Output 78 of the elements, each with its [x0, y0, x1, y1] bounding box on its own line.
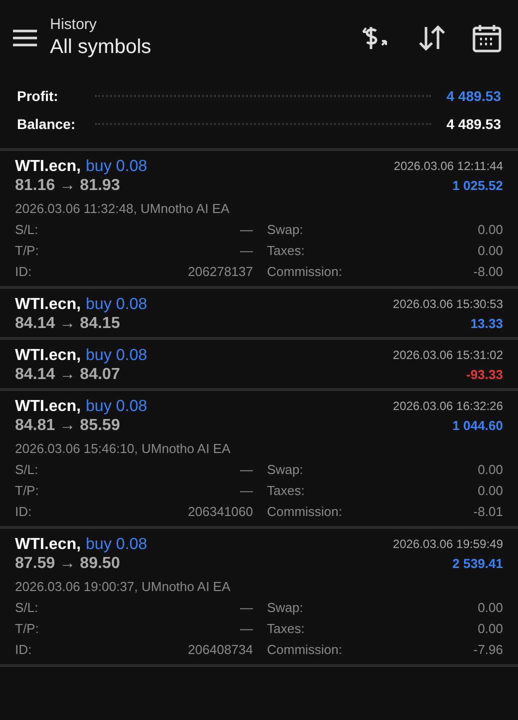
detail-value: 0.00: [476, 482, 503, 500]
close-time: 2026.03.06 15:30:53: [392, 296, 503, 313]
close-time: 2026.03.06 19:59:49: [392, 536, 503, 553]
detail-label: T/P:: [15, 482, 40, 500]
deal-profit: 2 539.41: [452, 555, 503, 573]
detail-label: T/P:: [15, 242, 40, 260]
deal-side: buy 0.08: [86, 157, 148, 176]
menu-icon[interactable]: [13, 29, 37, 47]
close-time: 2026.03.06 15:31:02: [392, 347, 503, 364]
detail-value: 0.00: [476, 221, 503, 239]
detail-value: -8.01: [472, 503, 503, 521]
deal-profit: 13.33: [470, 315, 503, 333]
symbol-name: WTI.ecn,: [15, 346, 81, 365]
detail-label: Swap:: [267, 461, 304, 479]
header-subtitle: History: [50, 16, 98, 34]
deal-row[interactable]: WTI.ecn, buy 0.08 84.14 → 84.07 2026.03.06 15:31:02 -93.33: [0, 337, 518, 388]
deal-profit: -93.33: [466, 366, 503, 384]
detail-label: S/L:: [15, 221, 40, 239]
detail-label: Commission:: [267, 503, 344, 521]
price-range: 84.14 → 84.07: [15, 365, 121, 384]
detail-value: 206408734: [186, 641, 253, 659]
open-info: 2026.03.06 11:32:48, UMnotho AI EA: [15, 200, 230, 218]
open-info: 2026.03.06 19:00:37, UMnotho AI EA: [15, 578, 232, 596]
symbol-name: WTI.ecn,: [15, 535, 81, 554]
detail-label: Swap:: [267, 599, 304, 617]
summary-label: Profit:: [17, 86, 60, 106]
detail-value: 0.00: [476, 620, 503, 638]
detail-label: Taxes:: [267, 242, 306, 260]
deal-side: buy 0.08: [86, 346, 148, 365]
detail-value: —: [239, 620, 253, 638]
price-range: 84.81 → 85.59: [15, 416, 121, 435]
detail-value: 0.00: [476, 599, 503, 617]
summary-label: Balance:: [17, 114, 76, 134]
deal-side: buy 0.08: [86, 535, 148, 554]
detail-value: 0.00: [476, 242, 503, 260]
price-range: 87.59 → 89.50: [15, 554, 121, 573]
symbol-name: WTI.ecn,: [15, 295, 81, 314]
detail-label: ID:: [15, 503, 33, 521]
detail-label: Commission:: [267, 263, 344, 281]
deal-row[interactable]: WTI.ecn, buy 0.08 84.14 → 84.15 2026.03.06 15:30:53 13.33: [0, 286, 518, 337]
detail-value: -8.00: [472, 263, 503, 281]
detail-label: ID:: [15, 263, 33, 281]
sort-icon[interactable]: [418, 25, 446, 51]
summary-value: 4 489.53: [446, 114, 501, 134]
detail-value: 206278137: [186, 263, 253, 281]
detail-label: ID:: [15, 641, 33, 659]
detail-value: —: [239, 242, 253, 260]
deal-row[interactable]: WTI.ecn, buy 0.08 87.59 → 89.50 2026.03.06 19:59:49 2 539.41 2026.03.06 19:00:37, UMnotho AI EA S/L: — Swap: 0.00 T/P: — Taxes: 0.00 ID: 206408734 Commission: -7.96: [0, 526, 518, 664]
symbol-name: WTI.ecn,: [15, 397, 81, 416]
summary-value: 4 489.53: [446, 86, 501, 106]
detail-label: T/P:: [15, 620, 40, 638]
calendar-icon[interactable]: [472, 23, 502, 53]
detail-value: 0.00: [476, 461, 503, 479]
price-range: 81.16 → 81.93: [15, 176, 121, 195]
detail-value: —: [239, 461, 253, 479]
detail-label: S/L:: [15, 599, 40, 617]
header-title: All symbols: [50, 35, 152, 60]
detail-label: Taxes:: [267, 482, 306, 500]
detail-label: S/L:: [15, 461, 40, 479]
detail-label: Taxes:: [267, 620, 306, 638]
open-info: 2026.03.06 15:46:10, UMnotho AI EA: [15, 440, 232, 458]
close-time: 2026.03.06 16:32:26: [392, 398, 503, 415]
detail-value: 206341060: [186, 503, 253, 521]
detail-value: —: [239, 599, 253, 617]
close-time: 2026.03.06 12:11:44: [394, 158, 503, 175]
detail-label: Swap:: [267, 221, 304, 239]
detail-value: —: [239, 482, 253, 500]
detail-value: —: [239, 221, 253, 239]
price-range: 84.14 → 84.15: [15, 314, 121, 333]
deal-side: buy 0.08: [86, 397, 148, 416]
deal-row[interactable]: WTI.ecn, buy 0.08 81.16 → 81.93 2026.03.06 12:11:44 1 025.52 2026.03.06 11:32:48, UMnotho AI EA S/L: — Swap: 0.00 T/P: — Taxes: 0.00 ID: 206278137 Commission: -8.00: [0, 148, 518, 286]
deal-row[interactable]: WTI.ecn, buy 0.08 84.81 → 85.59 2026.03.06 16:32:26 1 044.60 2026.03.06 15:46:10, UMnotho AI EA S/L: — Swap: 0.00 T/P: — Taxes: 0.00 ID: 206341060 Commission: -8.01: [0, 388, 518, 526]
deal-side: buy 0.08: [86, 295, 148, 314]
deal-profit: 1 044.60: [452, 417, 503, 435]
symbol-name: WTI.ecn,: [15, 157, 81, 176]
deal-profit: 1 025.52: [452, 177, 503, 195]
detail-label: Commission:: [267, 641, 344, 659]
detail-value: -7.96: [472, 641, 503, 659]
